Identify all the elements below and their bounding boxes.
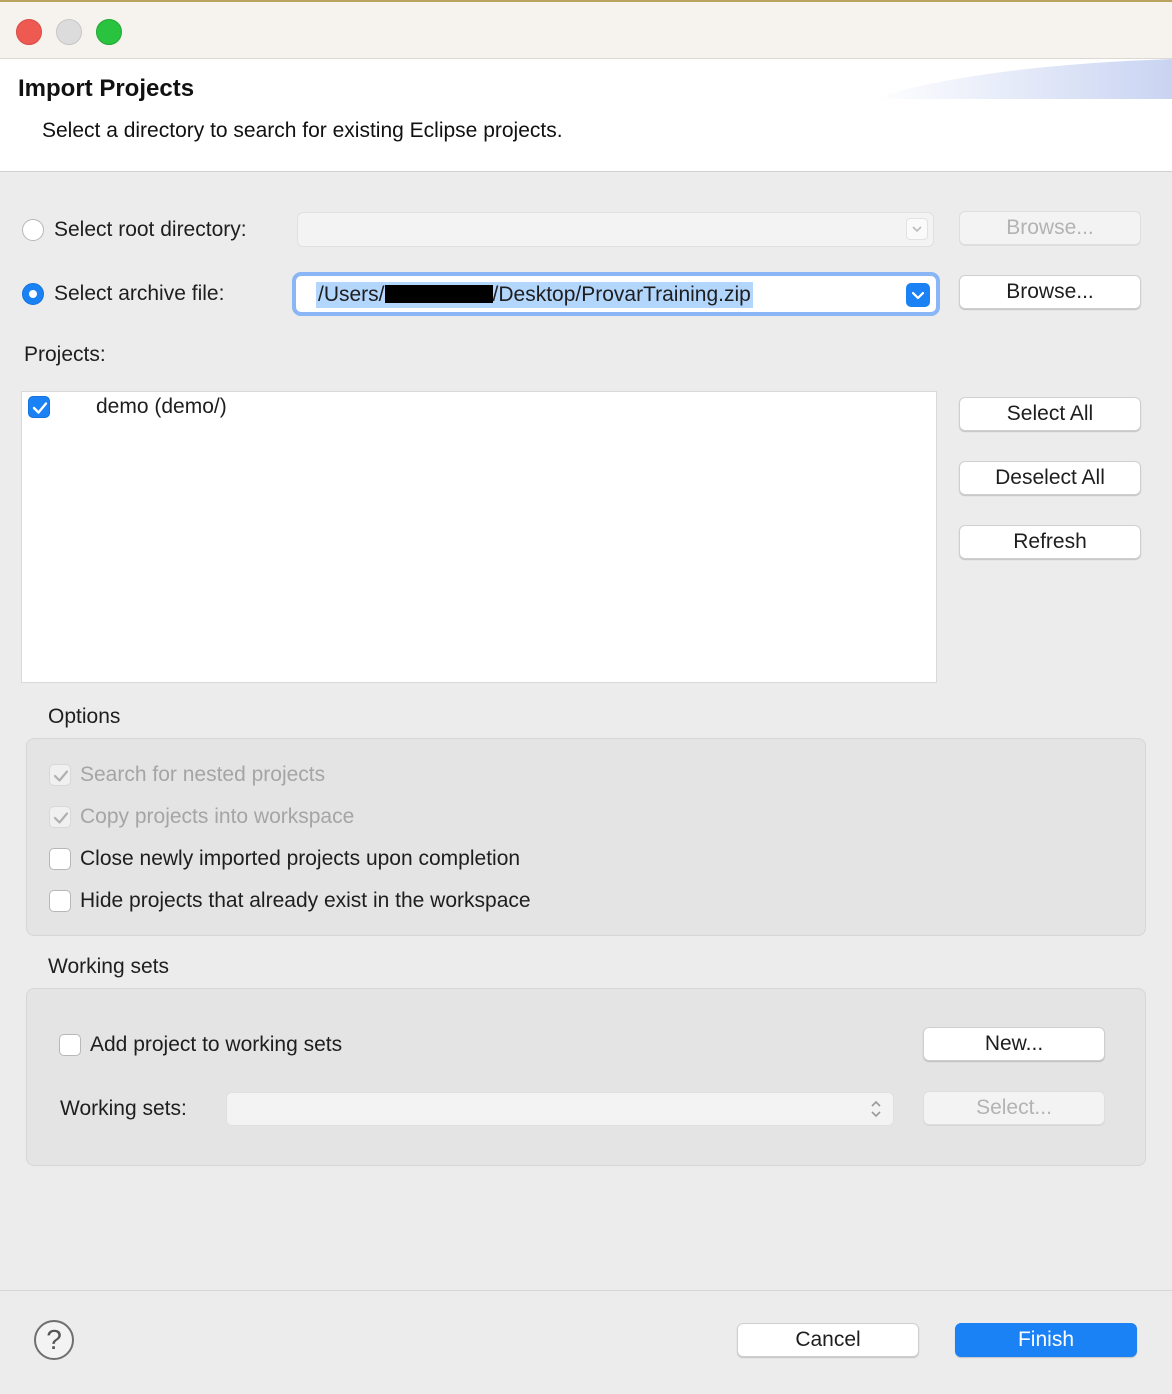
root-directory-label: Select root directory: (54, 218, 247, 241)
working-sets-title: Working sets (48, 955, 169, 978)
archive-file-combo[interactable]: /Users/ /Desktop/ProvarTraining.zip (292, 272, 940, 316)
root-directory-radio[interactable] (22, 219, 44, 241)
root-directory-combo (297, 212, 934, 247)
close-imported-checkbox[interactable] (49, 848, 71, 870)
archive-path-prefix: /Users/ (318, 283, 385, 306)
copy-projects-checkbox[interactable] (49, 806, 71, 828)
deselect-all-button[interactable]: Deselect All (959, 461, 1141, 495)
working-sets-group (26, 988, 1146, 1166)
hide-existing-label: Hide projects that already exist in the … (80, 889, 531, 912)
close-window-button[interactable] (16, 19, 42, 45)
page-title: Import Projects (18, 75, 195, 102)
hide-existing-checkbox[interactable] (49, 890, 71, 912)
options-title: Options (48, 705, 121, 728)
select-working-sets-button: Select... (923, 1091, 1105, 1125)
add-to-working-sets-checkbox[interactable] (59, 1034, 81, 1056)
browse-root-button: Browse... (959, 211, 1141, 245)
checkmark-icon (53, 812, 69, 824)
project-label: demo (demo/) (96, 395, 227, 418)
working-sets-select (226, 1092, 894, 1126)
up-down-chevron-icon (871, 1100, 881, 1118)
nested-projects-checkbox[interactable] (49, 764, 71, 786)
archive-path-suffix: /Desktop/ProvarTraining.zip (492, 283, 751, 306)
add-to-working-sets-label: Add project to working sets (90, 1033, 343, 1056)
checkmark-icon (32, 402, 48, 414)
nested-projects-label: Search for nested projects (80, 763, 326, 786)
copy-projects-label: Copy projects into workspace (80, 805, 355, 828)
archive-path-selection: /Users/ /Desktop/ProvarTraining.zip (316, 282, 753, 308)
archive-file-radio[interactable] (22, 283, 44, 305)
finish-button[interactable]: Finish (955, 1323, 1137, 1357)
redacted-username (384, 285, 493, 303)
help-icon[interactable]: ? (34, 1320, 74, 1360)
browse-archive-button[interactable]: Browse... (959, 275, 1141, 309)
new-working-set-button[interactable]: New... (923, 1027, 1105, 1061)
project-checkbox[interactable] (28, 396, 50, 418)
header-banner-graphic (872, 59, 1172, 99)
chevron-down-icon (912, 226, 922, 233)
archive-dropdown-button[interactable] (906, 283, 930, 307)
window-title-bar (0, 0, 1172, 59)
footer-divider (0, 1290, 1172, 1291)
close-imported-label: Close newly imported projects upon compl… (80, 847, 521, 870)
minimize-window-button[interactable] (56, 19, 82, 45)
checkmark-icon (53, 770, 69, 782)
page-description: Select a directory to search for existin… (42, 119, 563, 142)
root-directory-dropdown-arrow (906, 218, 928, 240)
wizard-header: Import Projects Select a directory to se… (0, 59, 1172, 172)
refresh-button[interactable]: Refresh (959, 525, 1141, 559)
cancel-button[interactable]: Cancel (737, 1323, 919, 1357)
list-item[interactable]: demo (demo/) (22, 392, 936, 424)
archive-file-label: Select archive file: (54, 282, 225, 305)
projects-list[interactable]: demo (demo/) (21, 391, 937, 683)
chevron-down-icon (911, 291, 925, 300)
projects-label: Projects: (24, 343, 106, 366)
zoom-window-button[interactable] (96, 19, 122, 45)
select-all-button[interactable]: Select All (959, 397, 1141, 431)
working-sets-label: Working sets: (60, 1097, 187, 1120)
